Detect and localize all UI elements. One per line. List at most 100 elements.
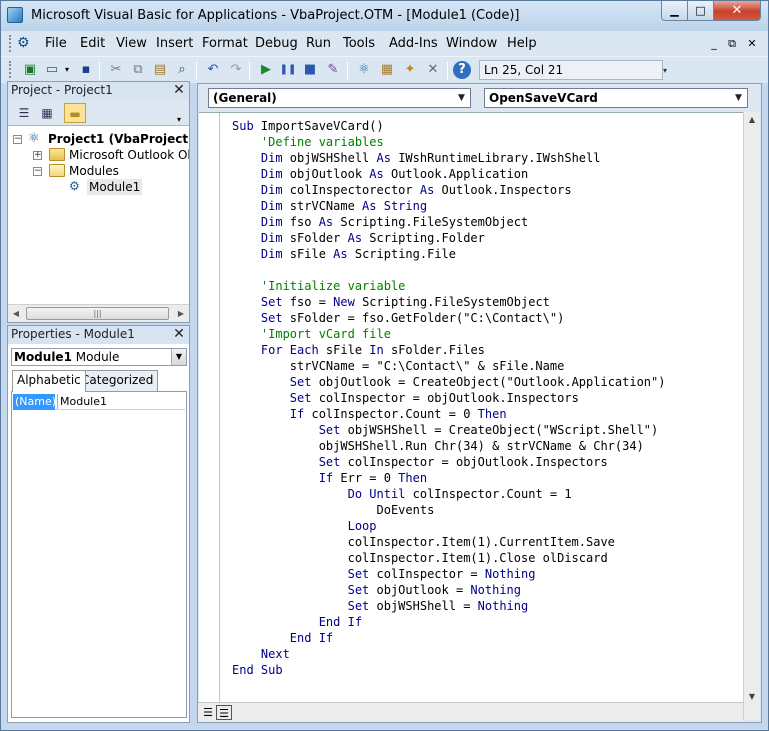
menu-debug[interactable]: Debug: [255, 36, 298, 51]
maximize-button[interactable]: □: [687, 1, 714, 21]
code-line[interactable]: For Each sFile In sFolder.Files: [232, 342, 485, 358]
toolbox-icon[interactable]: ✕: [424, 61, 442, 79]
redo-icon[interactable]: ↷: [227, 61, 245, 79]
code-line[interactable]: Set objOutlook = Nothing: [232, 582, 521, 598]
excel-view-icon[interactable]: ▣: [21, 61, 39, 79]
view-code-icon[interactable]: ☰: [13, 103, 35, 123]
break-icon[interactable]: ❚❚: [279, 61, 297, 79]
code-line[interactable]: If colInspector.Count = 0 Then: [232, 406, 507, 422]
code-line[interactable]: Next: [232, 646, 290, 662]
code-line[interactable]: Set objWSHShell = Nothing: [232, 598, 529, 614]
property-value[interactable]: Module1: [57, 394, 107, 409]
code-line[interactable]: 'Initialize variable: [232, 278, 406, 294]
cut-icon[interactable]: ✂: [107, 61, 125, 79]
toggle-folders-icon[interactable]: ▬: [64, 103, 86, 123]
pane-options-icon[interactable]: ▾: [174, 116, 184, 124]
project-explorer-icon[interactable]: ⚛: [355, 61, 373, 79]
menu-edit[interactable]: Edit: [80, 36, 105, 51]
code-line[interactable]: Set objWSHShell = CreateObject("WScript.…: [232, 422, 659, 438]
code-line[interactable]: End If: [232, 614, 362, 630]
code-line[interactable]: strVCName = "C:\Contact\" & sFile.Name: [232, 358, 565, 374]
minimize-button[interactable]: ▁: [661, 1, 688, 21]
code-line[interactable]: Dim strVCName As String: [232, 198, 427, 214]
code-line[interactable]: colInspector.Item(1).Close olDiscard: [232, 550, 608, 566]
menu-window[interactable]: Window: [446, 36, 497, 51]
code-line[interactable]: Dim colInspectorector As Outlook.Inspect…: [232, 182, 572, 198]
code-line[interactable]: Set colInspector = Nothing: [232, 566, 536, 582]
code-line[interactable]: Set fso = New Scripting.FileSystemObject: [232, 294, 550, 310]
undo-icon[interactable]: ↶: [204, 61, 222, 79]
vba-menu-icon[interactable]: ⚙: [17, 35, 37, 52]
menu-view[interactable]: View: [116, 36, 147, 51]
help-icon[interactable]: ?: [453, 61, 471, 79]
object-select[interactable]: Module1 Module ▼: [11, 348, 187, 366]
code-line[interactable]: Do Until colInspector.Count = 1: [232, 486, 572, 502]
toolbar-options-icon[interactable]: ▾: [663, 61, 673, 81]
mdi-minimize-button[interactable]: _: [706, 37, 722, 50]
chevron-down-icon[interactable]: ▼: [731, 90, 746, 106]
project-horizontal-scrollbar[interactable]: ◀ ||| ▶: [8, 304, 189, 322]
code-line[interactable]: Set colInspector = objOutlook.Inspectors: [232, 454, 608, 470]
mdi-restore-button[interactable]: ⧉: [724, 37, 740, 51]
code-editor[interactable]: Sub ImportSaveVCard() 'Define variables …: [199, 112, 743, 703]
tree-item-modules[interactable]: Modules: [69, 163, 119, 179]
expand-icon[interactable]: +: [33, 151, 42, 160]
properties-window-icon[interactable]: ▦: [378, 61, 396, 79]
code-line[interactable]: objWSHShell.Run Chr(34) & strVCName & Ch…: [232, 438, 644, 454]
menu-grip[interactable]: [9, 35, 12, 52]
code-line[interactable]: End If: [232, 630, 333, 646]
tree-item-outlook-objects[interactable]: Microsoft Outlook Object: [69, 147, 189, 163]
menu-format[interactable]: Format: [202, 36, 248, 51]
procedure-combo[interactable]: OpenSaveVCard ▼: [484, 88, 748, 108]
run-icon[interactable]: ▶: [257, 61, 275, 79]
procedure-view-icon[interactable]: ☰: [200, 705, 216, 720]
code-line[interactable]: Set objOutlook = CreateObject("Outlook.A…: [232, 374, 666, 390]
scroll-up-icon[interactable]: ▲: [744, 112, 760, 128]
scroll-right-icon[interactable]: ▶: [173, 305, 189, 322]
chevron-down-icon[interactable]: ▼: [454, 90, 469, 106]
chevron-down-icon[interactable]: ▼: [171, 349, 186, 365]
project-pane-close-icon[interactable]: ✕: [172, 83, 186, 97]
design-mode-icon[interactable]: ✎: [324, 61, 342, 79]
code-line[interactable]: Dim fso As Scripting.FileSystemObject: [232, 214, 528, 230]
menu-help[interactable]: Help: [507, 36, 537, 51]
code-line[interactable]: Dim sFile As Scripting.File: [232, 246, 456, 262]
copy-icon[interactable]: ⧉: [129, 61, 147, 79]
code-line[interactable]: DoEvents: [232, 502, 434, 518]
code-line[interactable]: Dim objWSHShell As IWshRuntimeLibrary.IW…: [232, 150, 601, 166]
properties-pane-header[interactable]: Properties - Module1 ✕: [8, 326, 189, 344]
tab-alphabetic[interactable]: Alphabetic: [12, 370, 86, 392]
find-icon[interactable]: ⌕: [173, 61, 191, 79]
save-icon[interactable]: ▪: [77, 61, 95, 79]
code-line[interactable]: Dim sFolder As Scripting.Folder: [232, 230, 485, 246]
close-button[interactable]: ✕: [713, 1, 761, 21]
menu-file[interactable]: File: [45, 36, 67, 51]
chevron-down-icon[interactable]: ▾: [63, 61, 71, 79]
reset-icon[interactable]: ■: [301, 61, 319, 79]
collapse-icon[interactable]: −: [13, 135, 22, 144]
tree-item-project1[interactable]: Project1 (VbaProject.OT: [48, 131, 189, 147]
code-line[interactable]: Loop: [232, 518, 377, 534]
property-row[interactable]: (Name) Module1: [13, 394, 185, 410]
code-line[interactable]: End Sub: [232, 662, 283, 678]
insert-userform-icon[interactable]: ▭: [43, 61, 61, 79]
menu-tools[interactable]: Tools: [343, 36, 375, 51]
object-browser-icon[interactable]: ✦: [401, 61, 419, 79]
code-vertical-scrollbar[interactable]: ▲ ▼: [743, 112, 760, 720]
toolbar-grip[interactable]: [9, 61, 12, 78]
code-line[interactable]: 'Define variables: [232, 134, 384, 150]
code-line[interactable]: Sub ImportSaveVCard(): [232, 118, 384, 134]
code-line[interactable]: 'Import vCard file: [232, 326, 391, 342]
object-combo[interactable]: (General) ▼: [208, 88, 471, 108]
full-module-view-icon[interactable]: ☰: [216, 705, 232, 720]
code-line[interactable]: Dim objOutlook As Outlook.Application: [232, 166, 528, 182]
margin-indicator-bar[interactable]: [199, 113, 220, 703]
scroll-thumb[interactable]: |||: [26, 307, 169, 320]
project-pane-header[interactable]: Project - Project1 ✕: [8, 82, 189, 100]
tree-item-module1[interactable]: Module1: [87, 179, 143, 195]
menu-addins[interactable]: Add-Ins: [389, 36, 438, 51]
scroll-down-icon[interactable]: ▼: [744, 689, 760, 705]
view-object-icon[interactable]: ▦: [36, 103, 58, 123]
tab-categorized[interactable]: Categorized: [76, 370, 159, 391]
code-line[interactable]: Set colInspector = objOutlook.Inspectors: [232, 390, 579, 406]
